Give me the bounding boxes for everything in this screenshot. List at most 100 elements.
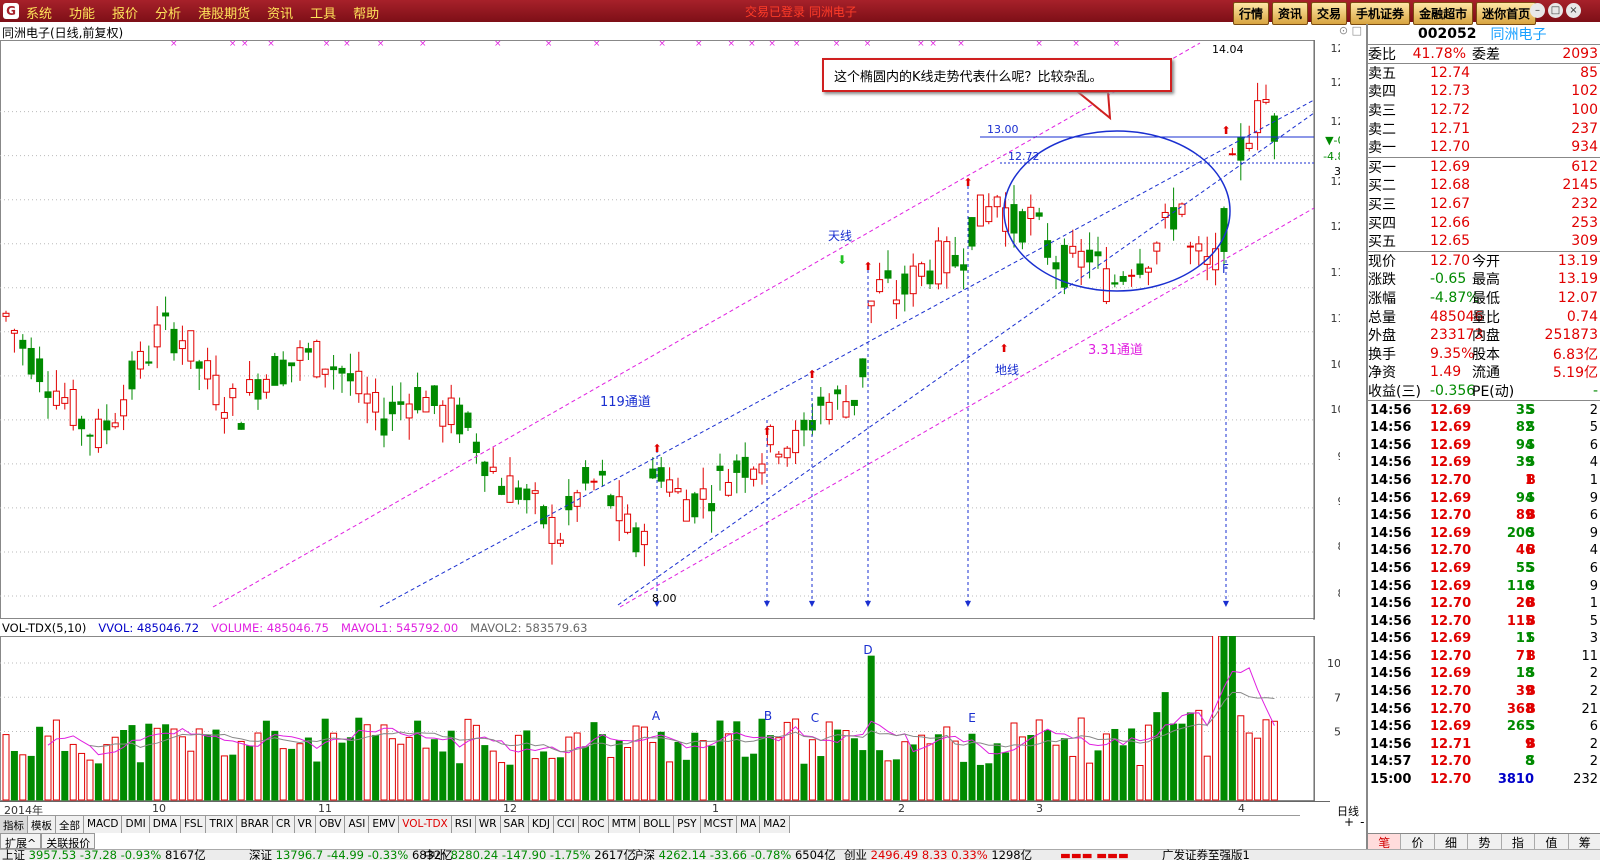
tab-trade[interactable]: 交易 [1311, 2, 1348, 25]
ticker-field: 3957.53 [28, 848, 80, 860]
ticker-field: -0.93% [120, 848, 165, 860]
tick-cell: 12.70 [1430, 613, 1472, 629]
indicator-tab[interactable]: ASI [345, 816, 370, 833]
arrow-up-icon: ⬆ [963, 176, 972, 189]
indicator-tab[interactable]: DMI [122, 816, 150, 833]
menu-item[interactable]: 资讯 [267, 3, 293, 22]
stock-name: 同洲电子 [1490, 27, 1547, 43]
f-label: F [1222, 262, 1229, 276]
index-ticker[interactable]: 沪深 4262.14 -33.66 -0.78% 6504亿 [632, 849, 836, 860]
close-icon[interactable]: × [1566, 3, 1581, 18]
indicator-tab[interactable]: PSY [674, 816, 701, 833]
quote-tab[interactable]: 笔 [1368, 834, 1402, 850]
book-volume: 309 [1571, 233, 1598, 250]
indicator-tab[interactable]: FSL [181, 816, 207, 833]
kline-panel[interactable]: 12.7012.6912.7012.5012.0011.5011.0010.50… [0, 39, 1362, 620]
kline-chart[interactable]: 12.7012.6912.7012.5012.0011.5011.0010.50… [0, 39, 1362, 620]
quote-tab[interactable]: 价 [1401, 834, 1435, 850]
date-label: 12 [503, 802, 517, 815]
tick-cell: 15:00 [1370, 772, 1412, 788]
indicator-tab[interactable]: MCST [700, 816, 738, 833]
maximize-icon[interactable]: □ [1548, 3, 1563, 18]
volume-marker-label: B [764, 709, 772, 723]
indicator-tab[interactable]: CCI [553, 816, 579, 833]
candle-body [708, 503, 716, 512]
tick-cell: 4 [1589, 455, 1598, 471]
indicator-tab[interactable]: VR [294, 816, 317, 833]
candle-body [447, 397, 455, 426]
menu-item[interactable]: 分析 [155, 3, 181, 22]
index-ticker[interactable]: 上证 3957.53 -37.28 -0.93% 8167亿 [2, 848, 206, 860]
menu-item[interactable]: 系统 [26, 3, 52, 22]
volume-bar [523, 730, 531, 801]
menu-item[interactable]: 港股期货 [198, 3, 250, 22]
indicator-tab[interactable]: MTM [608, 816, 641, 833]
indicator-tab[interactable]: DMA [149, 816, 182, 833]
indicator-tab[interactable]: VOL-TDX [399, 816, 452, 833]
tick-list[interactable]: 14:56 12.69 35 S 2 14:56 12.69 82 S 5 14:56 12.69 94… [1368, 400, 1600, 788]
indicator-tab[interactable]: MACD [84, 816, 123, 833]
volume-bar [388, 738, 396, 801]
candle-body [338, 367, 346, 374]
volume-bar [136, 762, 144, 801]
tab-mobile[interactable]: 手机证券 [1350, 2, 1411, 25]
zoom-in-button[interactable]: + [1344, 815, 1354, 833]
candle-body [775, 453, 783, 458]
indicator-tab[interactable]: 全部 [56, 816, 84, 833]
indicator-tab[interactable]: 指标 [0, 816, 28, 833]
candle-body [19, 339, 27, 349]
minimize-icon[interactable]: – [1530, 3, 1545, 18]
volume-panel[interactable]: 1000075005000X100ABCDE [0, 628, 1370, 802]
volume-bar [691, 732, 699, 801]
quote-tab[interactable]: 指 [1501, 834, 1536, 850]
volume-bar [271, 730, 279, 801]
menu-item[interactable]: 报价 [112, 3, 138, 22]
candle-body [657, 467, 665, 482]
chart-options-icon[interactable]: ⊙ □ [1314, 24, 1362, 38]
indicator-tab[interactable]: RSI [451, 816, 476, 833]
quote-tab[interactable]: 值 [1535, 834, 1569, 850]
window-title: 交易已登录 同洲电子 [745, 5, 857, 19]
volume-chart[interactable]: 1000075005000X100ABCDE [0, 628, 1370, 802]
tab-quotes[interactable]: 行情 [1233, 2, 1270, 25]
candle-body [78, 418, 86, 430]
indicator-tab[interactable]: OBV [316, 816, 346, 833]
indicator-tab[interactable]: TRIX [206, 816, 238, 833]
tab-extend[interactable]: 扩展^ [0, 833, 42, 850]
indicator-tab[interactable]: CR [273, 816, 295, 833]
indicator-tab[interactable]: EMV [369, 816, 400, 833]
indicator-tab[interactable]: MA [737, 816, 761, 833]
indicator-tab[interactable]: BRAR [237, 816, 273, 833]
menu-item[interactable]: 功能 [69, 3, 95, 22]
indicator-tab[interactable]: 模板 [28, 816, 56, 833]
info-row: 外盘 233173 内盘 251873 [1368, 326, 1600, 345]
tab-news[interactable]: 资讯 [1272, 2, 1309, 25]
candle-body [1254, 100, 1262, 134]
index-ticker[interactable]: 创业 2496.49 8.33 0.33% 1298亿 [844, 849, 1032, 860]
index-ticker[interactable]: 中小 8280.24 -147.90 -1.75% 2617亿 [424, 849, 635, 860]
volume-bar [1270, 720, 1278, 801]
candle-body [103, 420, 111, 431]
indicator-tab[interactable]: SAR [500, 816, 529, 833]
info-value: -0.65 [1430, 271, 1467, 288]
indicator-tab[interactable]: BOLL [640, 816, 675, 833]
indicator-tab[interactable]: KDJ [528, 816, 554, 833]
indicator-tab[interactable]: WR [475, 816, 501, 833]
menu-item[interactable]: 帮助 [353, 3, 379, 22]
tick-cell: 14:56 [1370, 560, 1412, 576]
tab-finance-market[interactable]: 金融超市 [1413, 2, 1474, 25]
indicator-tab[interactable]: MA2 [760, 816, 791, 833]
candle-body [262, 378, 270, 393]
indicator-tab[interactable]: ROC [578, 816, 609, 833]
quote-tab[interactable]: 细 [1434, 834, 1469, 850]
candle-body [397, 401, 405, 405]
tab-related-quotes[interactable]: 关联报价 [41, 833, 96, 850]
quote-tab[interactable]: 筹 [1568, 834, 1600, 850]
tick-row: 15:00 12.70 3810 232 [1368, 771, 1600, 789]
menu-item[interactable]: 工具 [310, 3, 336, 22]
index-ticker[interactable]: 深证 13796.7 -44.99 -0.33% 6832亿 [249, 849, 453, 860]
zoom-out-button[interactable]: - [1360, 815, 1364, 833]
tab-mini-home[interactable]: 迷你首页 [1476, 2, 1537, 25]
quote-tab[interactable]: 势 [1468, 834, 1502, 850]
tick-cell: 2 [1589, 684, 1598, 700]
